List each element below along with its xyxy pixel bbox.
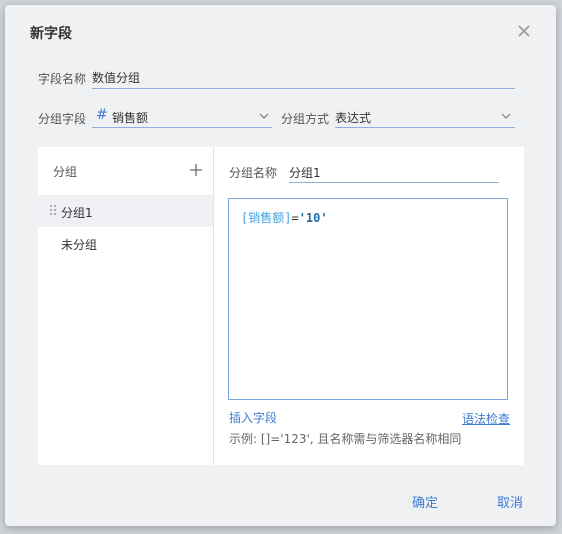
field-name-underline — [92, 88, 515, 89]
syntax-check-link[interactable]: 语法检查 — [462, 410, 510, 427]
groups-header: 分组 — [53, 165, 78, 179]
confirm-button[interactable]: 确定 — [412, 492, 438, 511]
new-field-dialog: 新字段 字段名称 数值分组 分组字段 # 销售额 分组方式 表达式 分组 分组1… — [5, 5, 556, 526]
drag-handle-icon[interactable] — [50, 205, 58, 217]
example-hint: 示例: []='123', 且名称需与筛选器名称相同 — [229, 432, 462, 446]
group-list-item[interactable]: 分组1 — [38, 195, 213, 227]
group-name-underline — [289, 182, 499, 183]
group-field-label: 分组字段 — [38, 112, 87, 126]
group-list-panel: 分组 分组1 未分组 — [38, 147, 214, 465]
cancel-button[interactable]: 取消 — [497, 492, 523, 511]
field-name-input[interactable]: 数值分组 — [92, 69, 140, 86]
dialog-title: 新字段 — [30, 26, 72, 42]
add-group-icon[interactable] — [189, 163, 203, 177]
group-field-underline — [92, 127, 272, 128]
expression-value-token: '10' — [298, 211, 328, 225]
group-method-label: 分组方式 — [281, 112, 330, 126]
close-icon[interactable] — [514, 21, 534, 41]
group-name-label: 分组名称 — [229, 166, 278, 180]
expression-operator: = — [291, 211, 299, 225]
chevron-down-icon[interactable] — [500, 112, 512, 120]
group-list-item[interactable]: 未分组 — [38, 227, 213, 259]
group-method-underline — [335, 127, 515, 128]
chevron-down-icon[interactable] — [258, 112, 270, 120]
expression-editor[interactable]: [销售额]='10' — [228, 198, 508, 400]
group-field-select[interactable]: 销售额 — [112, 109, 148, 126]
group-detail-panel: 分组名称 分组1 [销售额]='10' 插入字段 语法检查 示例: []='12… — [214, 147, 524, 465]
field-name-label: 字段名称 — [38, 72, 87, 86]
numeric-type-icon: # — [96, 107, 108, 123]
expression-field-token: [销售额] — [241, 211, 292, 225]
group-item-label: 分组1 — [61, 206, 93, 220]
group-item-label: 未分组 — [61, 238, 98, 252]
expression-line: [销售额]='10' — [241, 209, 328, 226]
insert-field-link[interactable]: 插入字段 — [229, 409, 277, 426]
group-method-select[interactable]: 表达式 — [335, 109, 371, 126]
group-editor-panel: 分组 分组1 未分组 分组名称 分组1 [销售额]='10' 插入字段 语法检查… — [38, 147, 524, 465]
group-name-input[interactable]: 分组1 — [289, 164, 321, 181]
